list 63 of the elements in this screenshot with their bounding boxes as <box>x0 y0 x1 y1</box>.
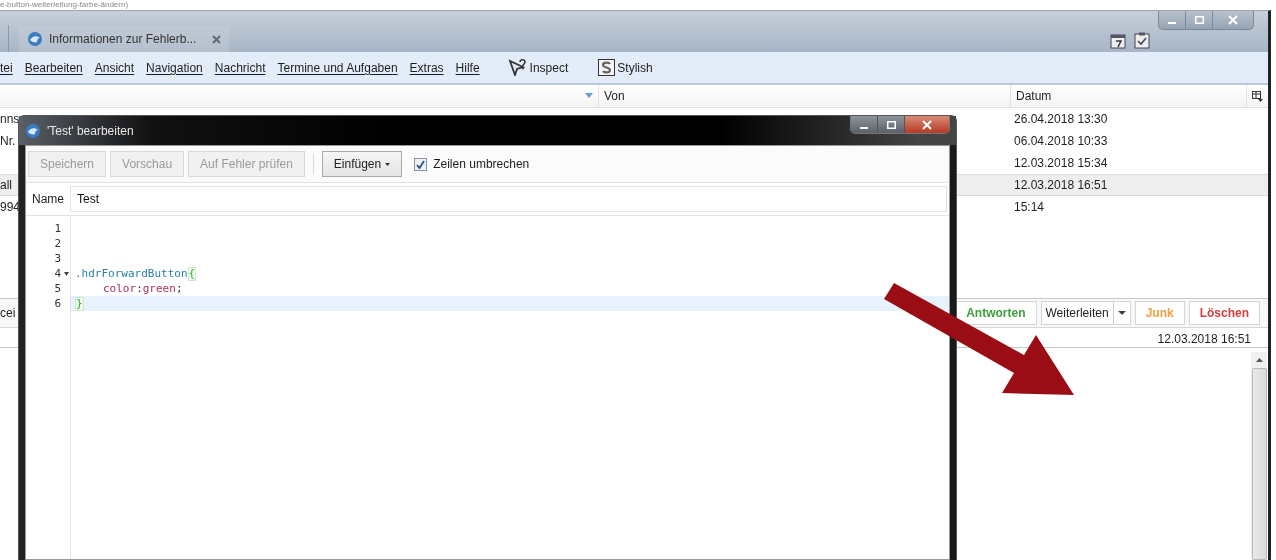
maximize-icon <box>1194 16 1204 24</box>
stylish-logo-icon <box>598 59 616 76</box>
tab-label: Informationen zur Fehlerb... <box>49 32 197 46</box>
table-cell: 06.04.2018 10:33 <box>1014 134 1108 148</box>
table-cell: 12.03.2018 16:51 <box>1014 178 1108 192</box>
dialog-title: 'Test' bearbeiten <box>47 123 134 138</box>
header-text: cei <box>0 305 16 320</box>
minimize-button[interactable] <box>851 116 878 133</box>
minimize-icon <box>860 126 868 129</box>
fold-icon[interactable] <box>64 271 69 276</box>
code-line: .hdrForwardButton{ <box>75 266 197 281</box>
line-number: 5 <box>54 282 61 295</box>
menu-item[interactable]: tei <box>0 60 13 75</box>
checkbox[interactable] <box>414 157 428 171</box>
message-date: 12.03.2018 16:51 <box>1157 331 1251 346</box>
pointer-question-icon <box>507 59 528 76</box>
menu-item[interactable]: Hilfe <box>455 60 480 75</box>
toolbar-button[interactable]: Inspect <box>507 59 569 76</box>
code-line: color:green; <box>103 282 183 295</box>
menu-item[interactable]: Extras <box>409 60 444 75</box>
checkbox-label: Zeilen umbrechen <box>433 157 530 171</box>
insert-menu-button[interactable]: Einfügen <box>321 151 403 177</box>
line-number: 4 <box>54 267 61 280</box>
tab[interactable]: Informationen zur Fehlerb... <box>19 26 230 52</box>
column-header[interactable]: Von <box>599 85 1011 107</box>
menu-item[interactable]: Nachricht <box>214 60 266 75</box>
line-number: 6 <box>54 297 61 310</box>
line-number: 3 <box>54 252 61 265</box>
action-button[interactable]: Löschen <box>1188 300 1260 325</box>
app-logo-icon <box>27 31 43 47</box>
sort-icon <box>585 92 593 98</box>
name-label: Name <box>31 192 65 206</box>
menu-item[interactable]: Termine und Aufgaben <box>277 60 398 75</box>
menu-item[interactable]: Navigation <box>146 60 203 75</box>
table-cell: Nr. <box>0 134 16 148</box>
table-cell: 994 <box>0 200 21 214</box>
close-icon <box>1228 15 1238 25</box>
table-cell: 15:14 <box>1014 200 1045 214</box>
code-editor[interactable]: 1 2 3 4 5 6 .hdrForwardButton{ color:green; } <box>26 216 949 559</box>
minimize-icon <box>1168 22 1176 24</box>
line-number: 1 <box>54 222 61 235</box>
toolbar-button[interactable]: Stylish <box>598 59 653 76</box>
maximize-button[interactable] <box>878 116 905 133</box>
close-tab-icon[interactable] <box>212 34 222 44</box>
task-checklist-icon[interactable] <box>1134 32 1150 49</box>
name-field[interactable]: Test <box>70 186 947 212</box>
menu-item[interactable]: Ansicht <box>94 60 135 75</box>
column-header[interactable]: Datum <box>1011 85 1247 107</box>
calendar-icon[interactable] <box>1110 32 1126 49</box>
scroll-up-icon[interactable] <box>1255 357 1263 362</box>
table-cell: all <box>0 178 12 192</box>
caret-icon <box>385 162 391 166</box>
line-number: 2 <box>54 237 61 250</box>
table-cell: 26.04.2018 13:30 <box>1014 112 1108 126</box>
column-picker-icon[interactable] <box>1252 90 1263 102</box>
close-button[interactable] <box>905 116 949 133</box>
forward-button[interactable]: Weiterleiten <box>1040 300 1131 325</box>
page-title-fragment: e-button-weiterleitung-farbe-ändern) <box>0 0 129 9</box>
menu-item[interactable]: Bearbeiten <box>24 60 83 75</box>
close-icon <box>922 119 932 130</box>
app-logo-icon <box>25 122 41 139</box>
maximize-icon <box>886 120 896 129</box>
table-cell: nns <box>0 112 20 126</box>
